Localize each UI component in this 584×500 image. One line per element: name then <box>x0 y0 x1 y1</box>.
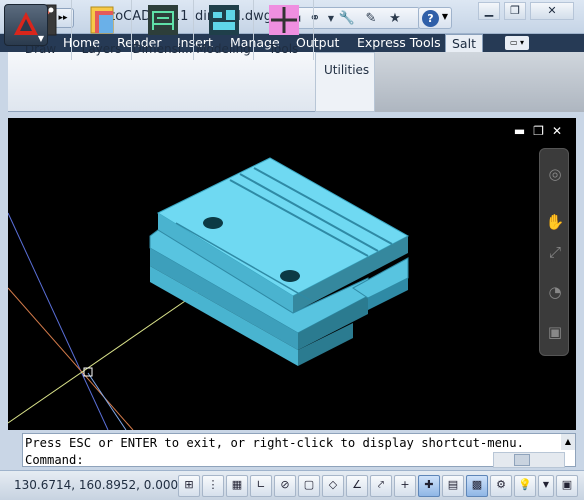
command-scroll-up-icon[interactable]: ▲ <box>561 434 575 450</box>
dynamic-ucs-icon[interactable]: ⤤ <box>370 475 392 497</box>
orbit-icon[interactable]: ◔ <box>543 281 567 303</box>
lightbulb-icon[interactable]: 💡 <box>514 475 536 497</box>
restore-button[interactable]: ❐ <box>504 2 526 20</box>
pan-icon[interactable]: ✋ <box>543 211 567 233</box>
ribbon-empty-area <box>375 52 584 112</box>
tab-express-tools[interactable]: Express Tools <box>357 34 441 52</box>
command-prompt[interactable]: Command: <box>25 453 84 467</box>
application-menu-button[interactable]: ▼ <box>4 4 48 46</box>
dimension-button[interactable]: Dimensi... <box>132 0 194 60</box>
layers-button[interactable]: Layers <box>72 0 132 60</box>
chevron-down-icon[interactable]: ▼ <box>538 475 554 497</box>
status-bar: 130.6714, 160.8952, 0.0000 ⊞ ⋮ ▦ ∟ ⊘ ▢ ◇… <box>0 470 584 500</box>
star-icon[interactable]: ★ <box>386 10 404 28</box>
wrench-icon[interactable]: 🔧 <box>338 10 356 28</box>
help-icon: ? <box>422 10 439 27</box>
tools-icon <box>268 5 299 35</box>
layers-icon <box>90 6 113 34</box>
construction-line-orange <box>8 287 134 430</box>
object-snap-icon[interactable]: ▢ <box>298 475 320 497</box>
polar-tracking-icon[interactable]: ⊘ <box>274 475 296 497</box>
dimension-icon <box>147 5 178 35</box>
selection-cycling-icon[interactable]: ⚙ <box>490 475 512 497</box>
construction-line-blue <box>8 212 109 430</box>
navigation-bar: ◎ ✋ ⤢ ◔ ▣ <box>539 148 569 356</box>
drawing-viewport[interactable]: ▬❐✕ ◎ ✋ ⤢ ◔ ▣ <box>8 118 576 430</box>
modeling-button[interactable]: Modeling <box>194 0 254 60</box>
tools-button[interactable]: Tools <box>254 0 314 60</box>
modeling-icon <box>208 5 239 35</box>
grid-display-icon[interactable]: ▦ <box>226 475 248 497</box>
help-button[interactable]: ? ▼ <box>418 7 452 29</box>
chevron-down-icon: ▼ <box>37 34 44 43</box>
viewport-controls: ▬❐✕ <box>514 124 570 138</box>
showmotion-icon[interactable]: ▣ <box>543 321 567 343</box>
dynamic-input-icon[interactable]: + <box>394 475 416 497</box>
command-horizontal-scrollbar[interactable] <box>493 452 565 468</box>
model-hole-left <box>203 217 223 229</box>
command-history: Press ESC or ENTER to exit, or right-cli… <box>25 436 524 450</box>
cursor-coordinates: 130.6714, 160.8952, 0.0000 <box>14 478 186 492</box>
construction-line-blue-2 <box>87 372 127 430</box>
object-snap-tracking-icon[interactable]: ∠ <box>346 475 368 497</box>
transparency-icon[interactable]: ▤ <box>442 475 464 497</box>
minimize-button[interactable]: ▁ <box>478 2 500 20</box>
snap-mode-icon[interactable]: ⋮ <box>202 475 224 497</box>
ucs-marker <box>83 367 93 377</box>
command-window[interactable]: Press ESC or ENTER to exit, or right-cli… <box>22 433 576 468</box>
modeling-label: Modeling <box>196 42 251 56</box>
model-canvas[interactable] <box>8 118 576 430</box>
scroll-thumb[interactable] <box>514 454 530 466</box>
minimize-icon[interactable]: ▬ <box>514 124 533 138</box>
zoom-icon[interactable]: ⤢ <box>543 241 567 263</box>
autocad-logo-icon <box>14 12 38 35</box>
maximize-icon[interactable]: ❐ <box>533 124 552 138</box>
model-hole-right <box>280 270 300 282</box>
clean-screen-icon[interactable]: ▣ <box>556 475 578 497</box>
utilities-label: Utilities <box>324 63 370 77</box>
tab-salt[interactable]: Salt <box>445 34 483 53</box>
infer-constraints-icon[interactable]: ⊞ <box>178 475 200 497</box>
tools-label: Tools <box>268 42 299 56</box>
pin-icon[interactable]: ✎ <box>362 10 380 28</box>
dimension-label: Dimensi... <box>132 42 193 56</box>
layers-label: Layers <box>81 42 122 56</box>
ortho-mode-icon[interactable]: ∟ <box>250 475 272 497</box>
ribbon-options-button[interactable]: ▭ ▾ <box>505 36 529 50</box>
utilities-panel[interactable]: Utilities <box>315 52 375 112</box>
chevron-down-icon: ▼ <box>441 12 448 21</box>
3d-object-snap-icon[interactable]: ◇ <box>322 475 344 497</box>
close-icon[interactable]: ✕ <box>552 124 570 138</box>
quick-properties-icon[interactable]: ▩ <box>466 475 488 497</box>
steering-wheel-icon[interactable]: ◎ <box>543 163 567 185</box>
close-button[interactable]: ✕ <box>530 2 574 20</box>
lineweight-icon[interactable]: ✚ <box>418 475 440 497</box>
